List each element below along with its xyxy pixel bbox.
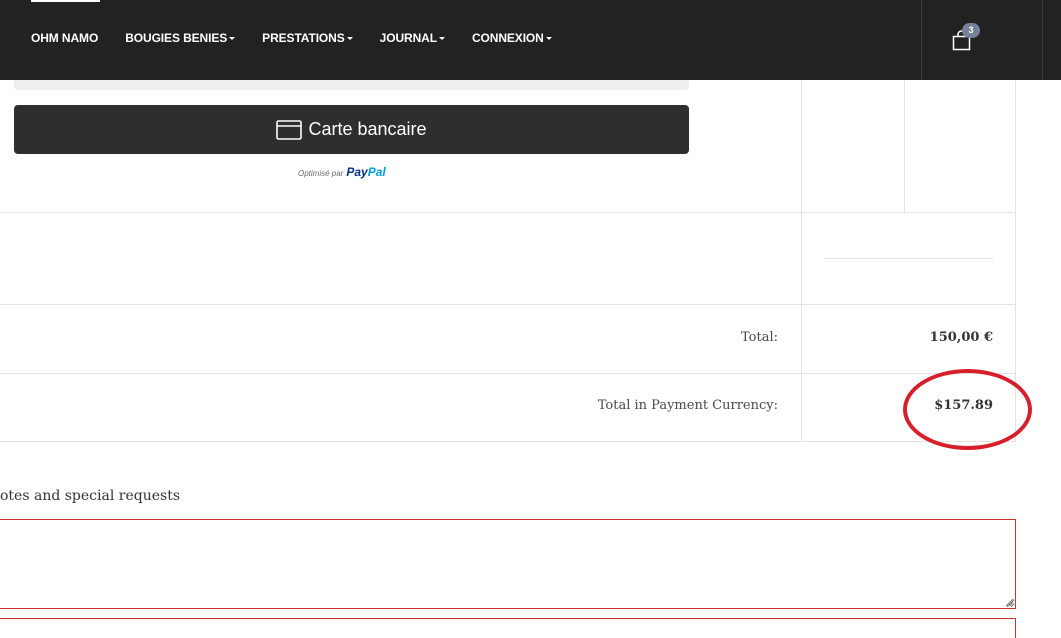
- paypal-logo-pal: Pal: [367, 165, 386, 179]
- caret-down-icon: [438, 36, 445, 40]
- nav-item-bougies-benies[interactable]: BOUGIES BENIES: [125, 31, 236, 45]
- nav-item-label: JOURNAL: [379, 31, 437, 45]
- cart-button[interactable]: 3: [952, 23, 980, 52]
- paypal-logo: PayPal: [346, 165, 385, 179]
- notes-textarea[interactable]: [0, 519, 1016, 609]
- nav-item-ohm-namo[interactable]: OHM NAMO: [31, 31, 98, 45]
- total-label: Total:: [740, 330, 778, 345]
- nav-item-label: CONNEXION: [471, 31, 544, 45]
- top-navigation-bar: OHM NAMO BOUGIES BENIES PRESTATIONS JOUR…: [0, 0, 1061, 80]
- nav-item-label: PRESTATIONS: [262, 31, 345, 45]
- card-payment-label: Carte bancaire: [308, 119, 427, 139]
- payment-currency-label: Total in Payment Currency:: [597, 398, 778, 413]
- main-menu: OHM NAMO BOUGIES BENIES PRESTATIONS JOUR…: [31, 31, 579, 45]
- powered-by-text: Optimisé par: [298, 169, 344, 178]
- column-divider: [904, 80, 905, 213]
- row-divider: [0, 212, 1016, 213]
- row-divider: [0, 304, 1016, 305]
- nav-item-connexion[interactable]: CONNEXION: [472, 31, 552, 45]
- row-divider: [0, 373, 1016, 374]
- total-value: 150,00 €: [929, 330, 993, 345]
- nav-item-journal[interactable]: JOURNAL: [380, 31, 445, 45]
- nav-divider: [1042, 0, 1043, 80]
- card-payment-button[interactable]: Carte bancaire: [14, 105, 689, 154]
- caret-down-icon: [229, 36, 236, 40]
- caret-down-icon: [545, 36, 552, 40]
- resize-handle-icon[interactable]: [1004, 597, 1014, 607]
- highlight-circle-annotation: [903, 369, 1032, 450]
- notes-label: otes and special requests: [0, 488, 181, 504]
- row-divider: [0, 441, 1016, 442]
- paypal-logo-pay: Pay: [346, 165, 368, 179]
- next-form-field[interactable]: [0, 618, 1016, 638]
- nav-divider: [921, 0, 922, 80]
- caret-down-icon: [346, 36, 353, 40]
- cart-count-badge: 3: [962, 23, 980, 38]
- column-divider: [801, 80, 802, 442]
- logo-edge: [31, 0, 100, 2]
- nav-item-label: BOUGIES BENIES: [125, 31, 228, 45]
- powered-by-paypal: Optimisé par PayPal: [298, 165, 386, 179]
- credit-card-icon: [276, 119, 303, 140]
- nav-item-prestations[interactable]: PRESTATIONS: [262, 31, 353, 45]
- subtotal-divider: [824, 258, 993, 259]
- nav-item-label: OHM NAMO: [31, 31, 99, 45]
- paypal-button-edge: [14, 80, 689, 90]
